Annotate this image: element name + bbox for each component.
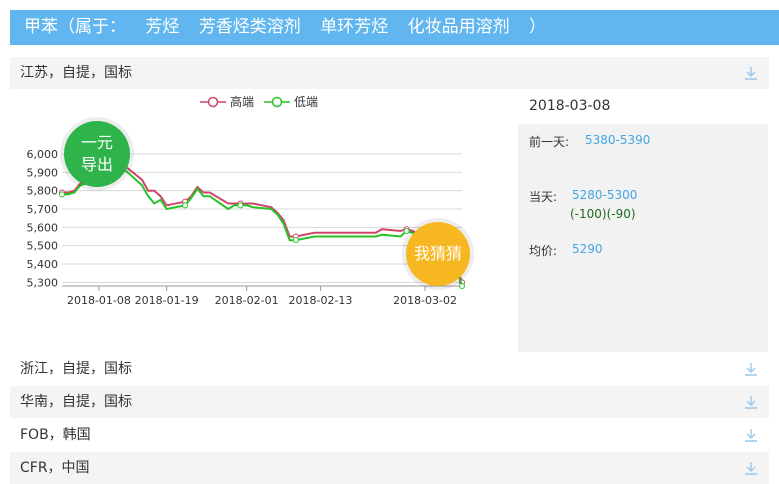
header-title: 甲苯（属于：	[24, 17, 126, 37]
download-icon[interactable]	[743, 460, 759, 476]
legend-label-high: 高端	[230, 95, 255, 109]
tag-link-monocyclic[interactable]: 单环芳烃	[320, 17, 388, 37]
data-point	[403, 228, 410, 234]
download-icon[interactable]	[743, 361, 759, 377]
region-label: 江苏，自提，国标	[20, 65, 132, 81]
region-label: 华南，自提，国标	[20, 394, 132, 410]
y-tick-label: 5,800	[27, 185, 59, 198]
legend-item-low[interactable]: 低端	[264, 93, 318, 110]
x-tick-label: 2018-01-08	[67, 294, 131, 307]
guess-button[interactable]: 我猜猜	[406, 222, 470, 286]
avg-label: 均价:	[529, 244, 558, 258]
region-label: CFR，中国	[20, 460, 90, 476]
data-point	[59, 191, 65, 198]
product-header: 甲苯（属于： 芳烃 芳香烃类溶剂 单环芳烃 化妆品用溶剂 ）	[10, 10, 779, 45]
price-detail-panel: 前一天: 5380-5390 当天: 5280-5300 (-100)(-90)…	[518, 124, 768, 352]
y-tick-label: 5,700	[27, 203, 59, 216]
y-tick-label: 5,900	[27, 166, 59, 179]
export-label-line1: 一元	[80, 133, 113, 152]
x-tick-label: 2018-02-01	[215, 294, 279, 307]
region-row-huanan[interactable]: 华南，自提，国标	[10, 386, 769, 418]
download-icon[interactable]	[743, 394, 759, 410]
today-label: 当天:	[529, 190, 558, 204]
chart-legend: 高端 低端	[200, 93, 318, 110]
region-row-cfr-china[interactable]: CFR，中国	[10, 452, 769, 484]
x-tick-label: 2018-03-02	[393, 294, 457, 307]
region-label: 浙江，自提，国标	[20, 361, 132, 377]
export-label-line2: 导出	[80, 155, 113, 174]
x-tick-label: 2018-02-13	[288, 294, 352, 307]
prev-day-value: 5380-5390	[585, 133, 651, 147]
region-row-jiangsu[interactable]: 江苏，自提，国标	[10, 57, 769, 89]
avg-value: 5290	[572, 242, 603, 256]
tag-link-aromatic-solvent[interactable]: 芳香烃类溶剂	[199, 17, 301, 37]
y-tick-label: 6,000	[27, 148, 59, 161]
tag-link-aromatic[interactable]: 芳烃	[145, 17, 179, 37]
today-change: (-100)(-90)	[570, 207, 636, 221]
selected-date: 2018-03-08	[529, 98, 611, 114]
header-close-paren: ）	[529, 17, 547, 37]
data-point	[182, 202, 189, 209]
prev-day-label: 前一天:	[529, 135, 570, 149]
data-point	[237, 202, 244, 209]
region-label: FOB，韩国	[20, 427, 91, 443]
series-line-low	[62, 159, 463, 287]
region-row-zhejiang[interactable]: 浙江，自提，国标	[10, 353, 769, 385]
today-value: 5280-5300	[572, 188, 638, 202]
legend-label-low: 低端	[294, 95, 319, 109]
region-row-fob-korea[interactable]: FOB，韩国	[10, 419, 769, 451]
x-tick-label: 2018-01-19	[135, 294, 199, 307]
export-button[interactable]: 一元 导出	[64, 121, 130, 187]
download-icon[interactable]	[743, 65, 759, 81]
download-icon[interactable]	[743, 427, 759, 443]
y-tick-label: 5,600	[27, 221, 59, 234]
tag-link-cosmetic-solvent[interactable]: 化妆品用溶剂	[408, 17, 510, 37]
data-point	[459, 283, 465, 289]
y-tick-label: 5,300	[27, 276, 59, 289]
y-tick-label: 5,500	[27, 240, 59, 253]
legend-item-high[interactable]: 高端	[200, 93, 254, 110]
y-tick-label: 5,400	[27, 258, 59, 271]
data-point	[292, 237, 299, 244]
